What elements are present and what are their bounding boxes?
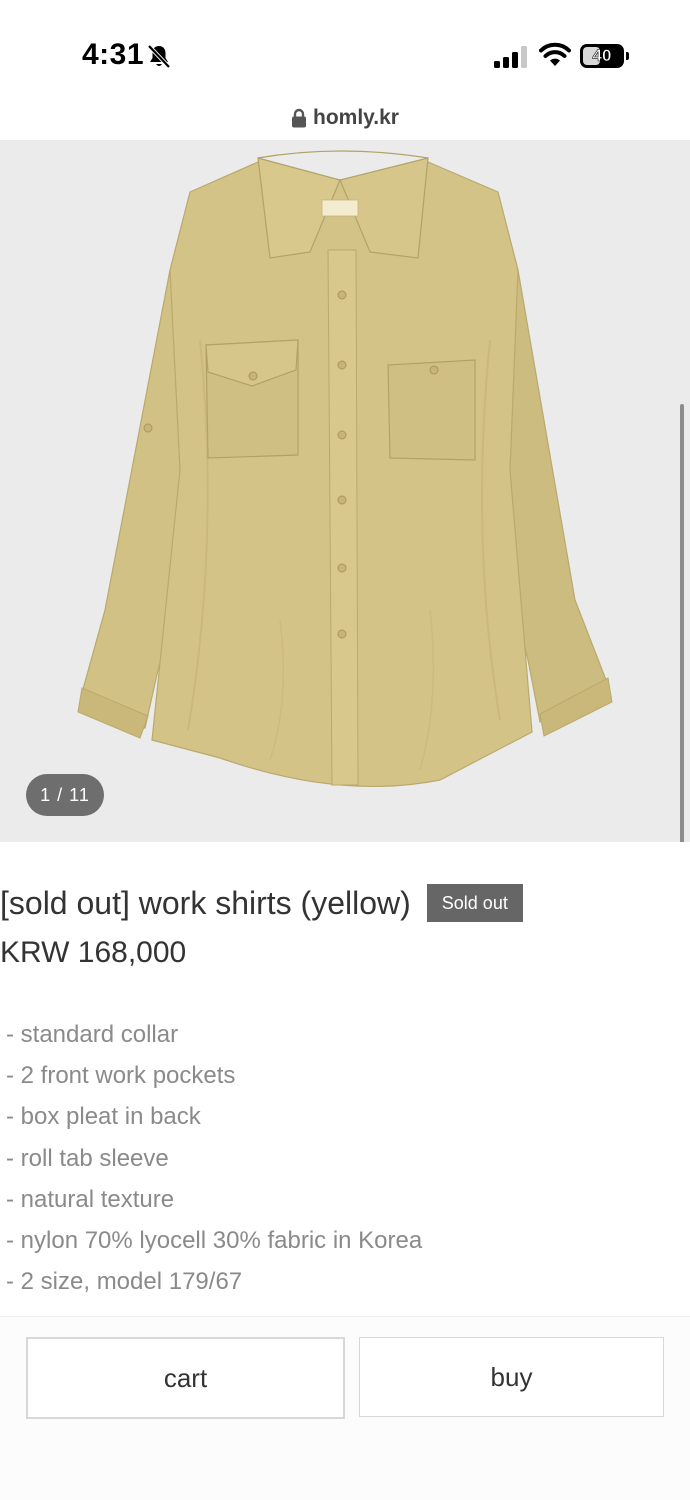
bell-off-icon xyxy=(147,44,171,69)
lock-icon xyxy=(292,108,307,128)
bottom-action-bar: cart buy xyxy=(0,1316,690,1500)
detail-item: - natural texture xyxy=(6,1185,175,1213)
url-bar[interactable]: homly.kr xyxy=(0,106,690,138)
detail-item: - box pleat in back xyxy=(6,1103,201,1131)
detail-item: - 2 front work pockets xyxy=(6,1062,236,1090)
battery-level: 40 xyxy=(592,46,612,66)
product-gallery[interactable]: 1 / 11 xyxy=(0,140,690,842)
sold-out-badge: Sold out xyxy=(426,884,523,922)
detail-item: - nylon 70% lyocell 30% fabric in Korea xyxy=(6,1226,423,1254)
product-image[interactable] xyxy=(70,140,620,840)
battery-icon: 40 xyxy=(580,44,630,68)
detail-item: - standard collar xyxy=(6,1021,179,1048)
buy-button[interactable]: buy xyxy=(359,1337,664,1417)
status-time: 4:31 xyxy=(82,38,145,71)
product-price: KRW 168,000 xyxy=(0,936,187,969)
product-details: - standard collar - 2 front work pockets… xyxy=(6,1016,422,1304)
cart-button[interactable]: cart xyxy=(26,1337,345,1419)
detail-item: - 2 size, model 179/67 xyxy=(6,1268,243,1296)
status-bar: 4:31 40 xyxy=(0,0,690,110)
image-counter: 1 / 11 xyxy=(26,774,104,816)
scrollbar[interactable] xyxy=(680,404,684,842)
title-row: [sold out] work shirts (yellow) Sold out xyxy=(0,880,523,926)
signal-icon xyxy=(494,46,527,68)
wifi-icon xyxy=(539,42,571,66)
url-text: homly.kr xyxy=(313,106,399,129)
product-title: [sold out] work shirts (yellow) xyxy=(0,884,411,921)
detail-item: - roll tab sleeve xyxy=(6,1144,169,1172)
